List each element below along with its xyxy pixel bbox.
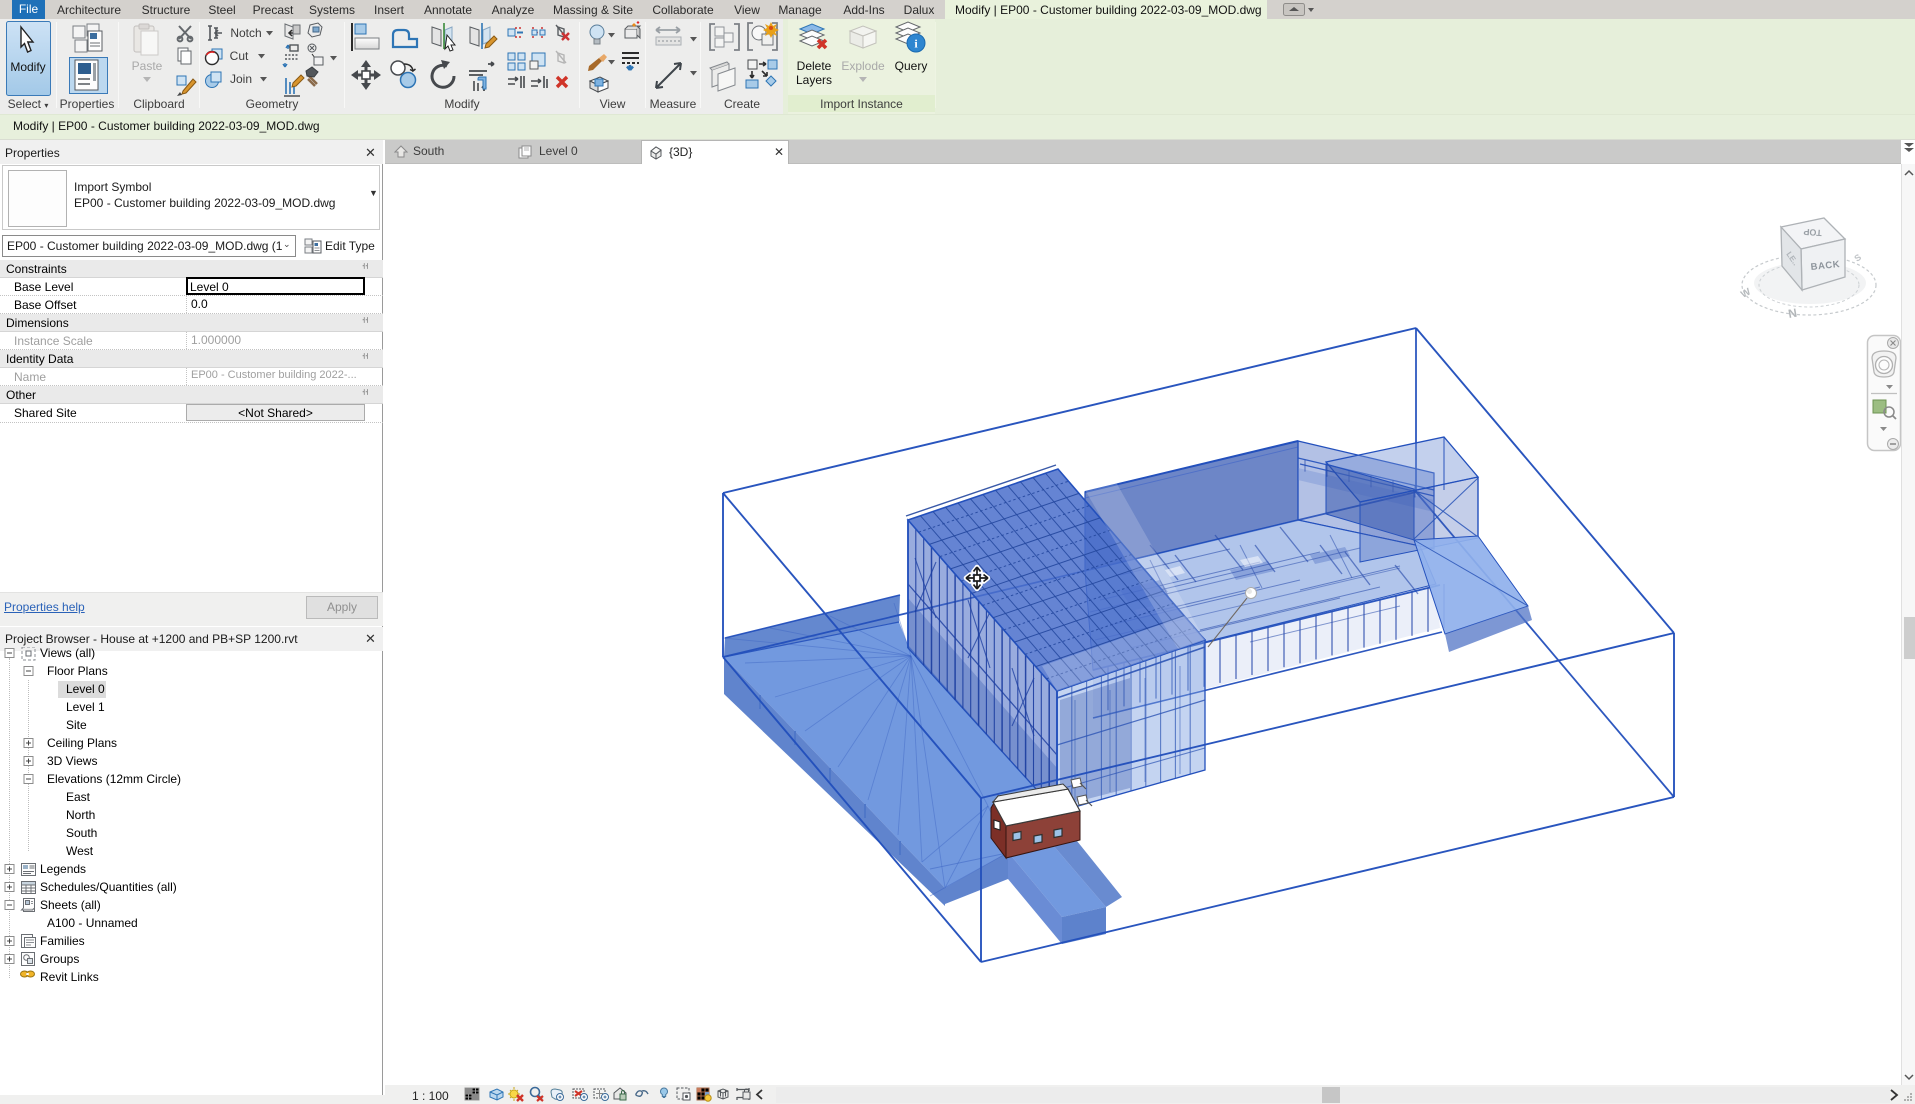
svg-text:Layers: Layers [796,73,832,87]
svg-text:N: N [1787,306,1798,321]
svg-text:Delete: Delete [797,59,832,73]
svg-text:Notch: Notch [230,26,261,40]
svg-text:Query: Query [895,59,928,73]
svg-text:Cut: Cut [230,49,249,63]
svg-text:Join: Join [230,72,252,86]
svg-text:Modify: Modify [10,60,45,74]
svg-text:TOP: TOP [1803,227,1822,238]
svg-text:W: W [1739,286,1753,300]
svg-text:S: S [1852,252,1863,264]
svg-text:Explode: Explode [841,59,885,73]
svg-text:Paste: Paste [132,59,163,73]
